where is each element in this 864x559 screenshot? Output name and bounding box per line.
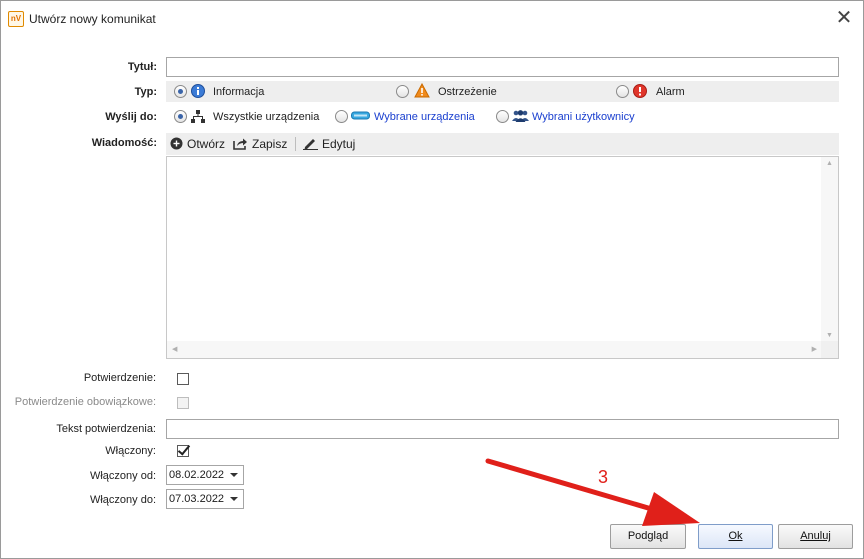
edit-button-label: Edytuj <box>322 137 356 151</box>
cancel-button[interactable]: Anuluj <box>778 524 853 549</box>
edit-button[interactable]: Edytuj <box>303 133 355 155</box>
device-icon <box>351 111 370 120</box>
mandatory-confirmation-checkbox <box>177 397 189 409</box>
open-button-label: Otwórz <box>187 137 226 151</box>
type-row-background <box>166 81 839 102</box>
step-number-annotation: 3 <box>598 467 609 487</box>
type-option-label-informacja: Informacja <box>213 86 265 98</box>
message-toolbar: Otwórz Zapisz Edytuj <box>166 133 839 155</box>
enabled-from-label: Włączony od: <box>89 470 156 482</box>
title-input[interactable] <box>166 57 839 77</box>
close-icon[interactable]: ✕ <box>835 8 853 28</box>
users-icon <box>512 110 529 122</box>
message-editor[interactable]: ▲ ▼ ◀ ▶ <box>166 156 839 359</box>
send-radio-selected-devices[interactable] <box>335 110 348 123</box>
pencil-icon <box>303 139 318 150</box>
enabled-label: Włączony: <box>105 445 156 457</box>
save-button[interactable]: Zapisz <box>233 133 287 155</box>
vertical-scrollbar[interactable]: ▲ ▼ <box>821 157 838 342</box>
type-label: Typ: <box>134 86 157 98</box>
send-to-label: Wyślij do: <box>105 111 157 123</box>
preview-button[interactable]: Podgląd <box>610 524 686 549</box>
scroll-left-icon[interactable]: ◀ <box>172 345 177 353</box>
type-option-label-alarm: Alarm <box>656 86 685 98</box>
confirmation-label: Potwierdzenie: <box>83 372 156 384</box>
type-radio-ostrzezenie[interactable] <box>396 85 409 98</box>
confirmation-text-label: Tekst potwierdzenia: <box>56 423 156 435</box>
type-option-label-ostrzezenie: Ostrzeżenie <box>438 86 497 98</box>
alarm-icon <box>633 84 647 98</box>
send-option-label-selected-users[interactable]: Wybrani użytkownicy <box>532 111 635 123</box>
open-button[interactable]: Otwórz <box>170 133 225 155</box>
enabled-from-value: 08.02.2022 <box>169 469 225 481</box>
cancel-button-label: Anuluj <box>800 530 831 542</box>
share-export-icon <box>233 138 247 150</box>
info-icon <box>191 84 205 98</box>
send-option-label-selected-devices[interactable]: Wybrane urządzenia <box>374 111 475 123</box>
enabled-to-value: 07.03.2022 <box>169 493 225 505</box>
enabled-to-datepicker[interactable]: 07.03.2022 <box>166 489 244 509</box>
window-title: Utwórz nowy komunikat <box>29 12 156 26</box>
send-radio-selected-users[interactable] <box>496 110 509 123</box>
toolbar-separator <box>295 137 296 151</box>
message-label: Wiadomość: <box>91 137 157 149</box>
enabled-to-label: Włączony do: <box>89 494 156 506</box>
title-label: Tytuł: <box>127 61 157 73</box>
warning-icon <box>414 83 430 98</box>
scrollbar-corner <box>821 341 838 358</box>
ok-button-label: Ok <box>728 530 743 542</box>
scroll-down-icon[interactable]: ▼ <box>826 332 833 339</box>
enabled-checkbox[interactable] <box>177 445 189 457</box>
scroll-up-icon[interactable]: ▲ <box>826 160 833 167</box>
save-button-label: Zapisz <box>252 137 288 151</box>
confirmation-text-input[interactable] <box>166 419 839 439</box>
send-option-label-all-devices: Wszystkie urządzenia <box>213 111 320 123</box>
type-radio-informacja[interactable] <box>174 85 187 98</box>
send-radio-all-devices[interactable] <box>174 110 187 123</box>
type-radio-alarm[interactable] <box>616 85 629 98</box>
mandatory-confirmation-label: Potwierdzenie obowiązkowe: <box>14 396 156 408</box>
create-message-dialog: nV Utwórz nowy komunikat ✕ Tytuł: Typ: I… <box>0 0 864 559</box>
ok-button[interactable]: Ok <box>698 524 773 549</box>
app-logo-icon: nV <box>8 11 24 27</box>
enabled-from-datepicker[interactable]: 08.02.2022 <box>166 465 244 485</box>
network-icon <box>191 110 205 123</box>
dropdown-caret-icon[interactable] <box>230 473 238 477</box>
plus-circle-icon <box>170 137 183 150</box>
dropdown-caret-icon[interactable] <box>230 497 238 501</box>
title-bar[interactable]: nV Utwórz nowy komunikat ✕ <box>1 1 863 37</box>
horizontal-scrollbar[interactable]: ◀ ▶ <box>167 341 822 358</box>
scroll-right-icon[interactable]: ▶ <box>812 345 817 353</box>
confirmation-checkbox[interactable] <box>177 373 189 385</box>
